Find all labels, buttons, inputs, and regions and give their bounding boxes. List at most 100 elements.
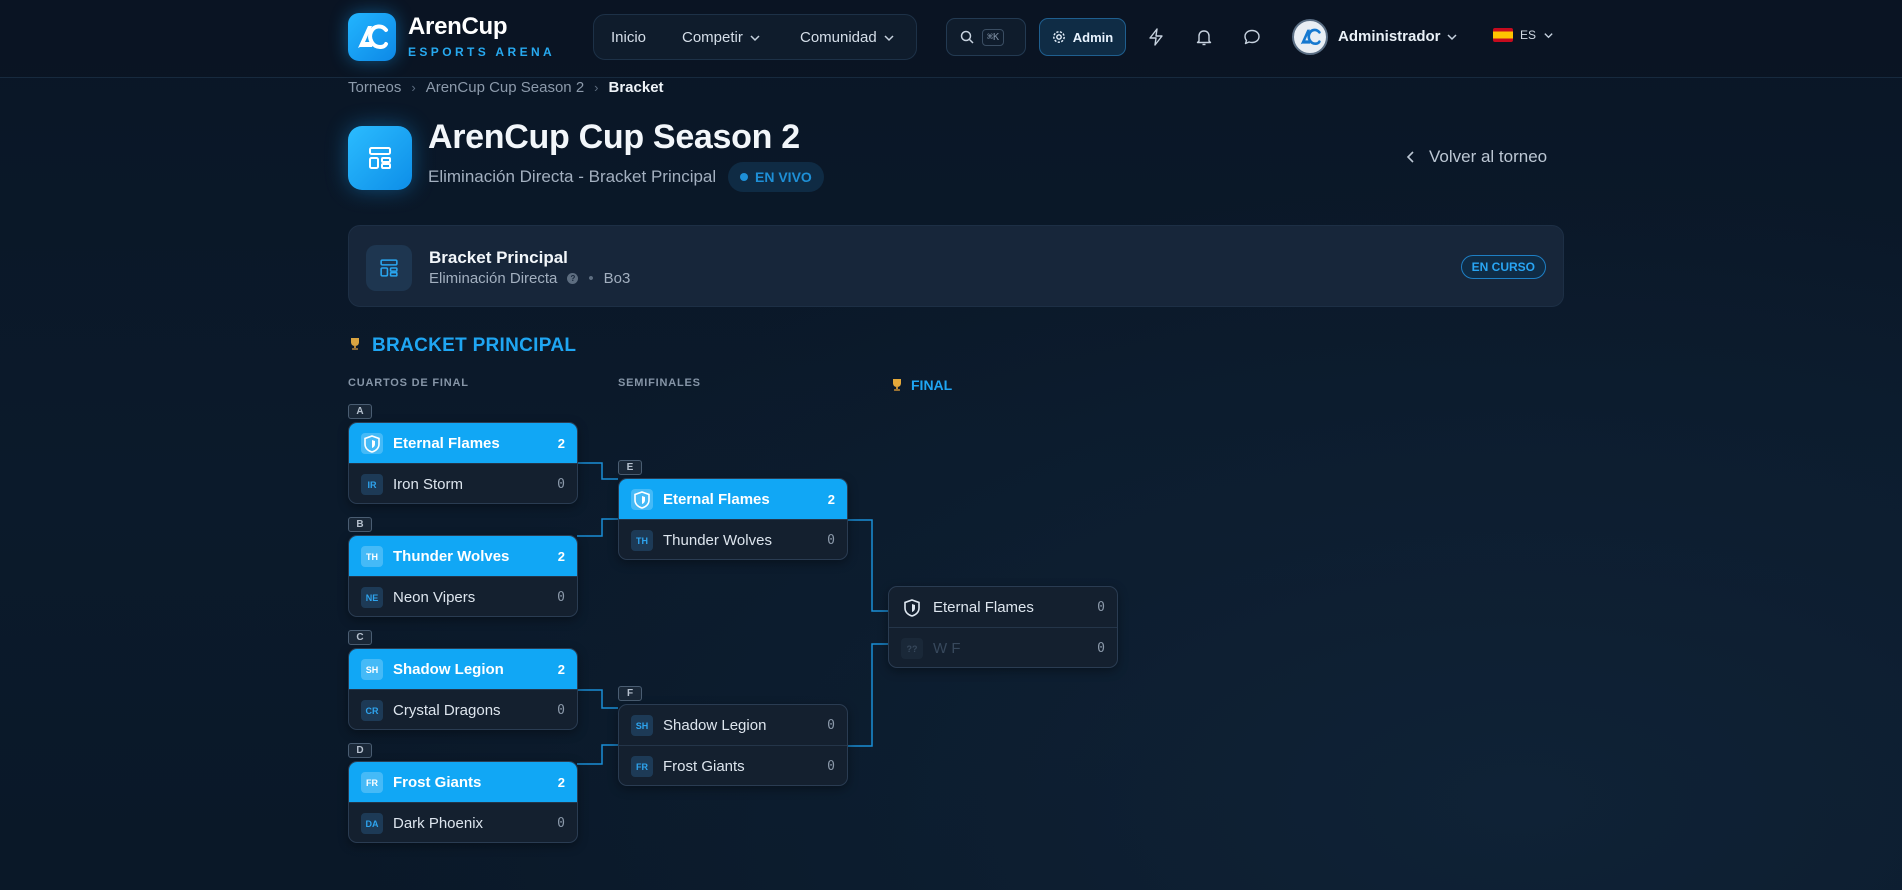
team-score: 0 <box>1097 641 1105 656</box>
brand-tagline: ESPORTS ARENA <box>408 45 556 59</box>
chevron-right-icon: › <box>594 80 599 95</box>
page-subtitle: Eliminación Directa - Bracket Principal <box>428 167 717 186</box>
team-name: Crystal Dragons <box>393 702 501 719</box>
team-row[interactable]: NE Neon Vipers 0 <box>349 577 577 616</box>
team-name: Shadow Legion <box>663 717 767 734</box>
back-to-tournament-link[interactable]: Volver al torneo <box>1406 147 1547 167</box>
trophy-icon <box>348 335 362 357</box>
breadcrumb-item-current: Bracket <box>608 79 664 96</box>
match-f[interactable]: SH Shadow Legion 0 FR Frost Giants 0 <box>618 704 848 786</box>
avatar[interactable] <box>1292 19 1328 55</box>
match-label: B <box>348 517 372 532</box>
trophy-icon <box>893 379 901 391</box>
team-score: 2 <box>827 492 835 507</box>
top-navigation: ArenCup ESPORTS ARENA Inicio Competir Co… <box>0 0 1902 78</box>
match-a[interactable]: Eternal Flames 2 IR Iron Storm 0 <box>348 422 578 504</box>
team-score: 0 <box>827 533 835 548</box>
help-icon[interactable]: ? <box>567 273 579 284</box>
match-c[interactable]: SH Shadow Legion 2 CR Crystal Dragons 0 <box>348 648 578 730</box>
search-button[interactable]: ⌘K <box>946 18 1026 56</box>
team-row[interactable]: IR Iron Storm 0 <box>349 464 577 503</box>
nav-item-competir[interactable]: Competir <box>682 29 761 46</box>
bracket-icon <box>348 126 412 190</box>
status-badge: EN CURSO <box>1460 255 1546 279</box>
page-title: ArenCup Cup Season 2 <box>428 118 800 156</box>
chevron-right-icon: › <box>411 80 416 95</box>
shield-icon <box>631 489 653 510</box>
match-label: F <box>618 686 642 701</box>
user-name[interactable]: Administrador <box>1338 28 1441 45</box>
team-row[interactable]: CR Crystal Dragons 0 <box>349 690 577 729</box>
search-shortcut: ⌘K <box>982 28 1005 46</box>
team-name: Frost Giants <box>393 774 482 791</box>
match-label: E <box>618 460 642 475</box>
round-label-quarterfinals: CUARTOS DE FINAL <box>348 377 469 389</box>
bracket-series: Bo3 <box>603 270 631 287</box>
bracket-icon <box>366 245 412 291</box>
team-logo: TH <box>361 546 383 567</box>
match-e[interactable]: Eternal Flames 2 TH Thunder Wolves 0 <box>618 478 848 560</box>
team-row[interactable]: Eternal Flames 0 <box>889 587 1117 628</box>
nav-item-inicio[interactable]: Inicio <box>611 29 646 46</box>
match-final[interactable]: Eternal Flames 0 ?? W F 0 <box>888 586 1118 668</box>
team-row[interactable]: SH Shadow Legion 0 <box>619 705 847 746</box>
language-code: ES <box>1520 28 1537 42</box>
chat-icon[interactable] <box>1240 25 1264 49</box>
team-name: Eternal Flames <box>933 599 1034 616</box>
team-score: 2 <box>557 549 565 564</box>
team-score: 0 <box>1097 600 1105 615</box>
section-title-label: BRACKET PRINCIPAL <box>372 335 577 356</box>
chevron-left-icon <box>1406 151 1414 163</box>
team-row[interactable]: FR Frost Giants 0 <box>619 746 847 785</box>
admin-label: Admin <box>1072 29 1114 45</box>
match-b[interactable]: TH Thunder Wolves 2 NE Neon Vipers 0 <box>348 535 578 617</box>
team-score: 0 <box>827 759 835 774</box>
team-name: Frost Giants <box>663 758 745 775</box>
match-label: D <box>348 743 372 758</box>
lightning-icon[interactable] <box>1144 25 1168 49</box>
live-dot-icon <box>740 173 748 181</box>
live-badge: EN VIVO <box>728 162 824 192</box>
team-name: Eternal Flames <box>393 435 500 452</box>
team-logo: ?? <box>901 638 923 659</box>
team-score: 0 <box>557 477 565 492</box>
team-row[interactable]: ?? W F 0 <box>889 628 1117 667</box>
team-row[interactable]: DA Dark Phoenix 0 <box>349 803 577 842</box>
separator-dot: • <box>588 270 594 287</box>
team-name: Thunder Wolves <box>393 548 510 565</box>
arencup-logo-icon[interactable] <box>348 13 396 61</box>
bracket-card[interactable]: Bracket Principal Eliminación Directa ? … <box>348 225 1564 307</box>
live-badge-label: EN VIVO <box>755 169 812 185</box>
language-selector[interactable]: ES <box>1493 28 1554 42</box>
team-name: W F <box>933 640 961 657</box>
final-label: FINAL <box>911 377 953 393</box>
main-navigation: Inicio Competir Comunidad <box>593 14 917 60</box>
nav-item-comunidad[interactable]: Comunidad <box>800 29 895 46</box>
team-name: Eternal Flames <box>663 491 770 508</box>
team-row[interactable]: FR Frost Giants 2 <box>349 762 577 803</box>
brand-name[interactable]: ArenCup <box>408 13 508 41</box>
shield-icon <box>361 433 383 454</box>
nav-item-label: Comunidad <box>800 29 877 46</box>
team-logo: FR <box>631 756 653 777</box>
team-score: 2 <box>557 436 565 451</box>
match-d[interactable]: FR Frost Giants 2 DA Dark Phoenix 0 <box>348 761 578 843</box>
team-name: Thunder Wolves <box>663 532 772 549</box>
team-logo: FR <box>361 772 383 793</box>
bell-icon[interactable] <box>1192 25 1216 49</box>
chevron-down-icon[interactable] <box>1446 31 1458 43</box>
bracket-connectors <box>577 462 888 765</box>
team-row[interactable]: TH Thunder Wolves 2 <box>349 536 577 577</box>
breadcrumb-item-torneos[interactable]: Torneos <box>348 79 401 96</box>
team-row[interactable]: Eternal Flames 2 <box>349 423 577 464</box>
team-logo: TH <box>631 530 653 551</box>
team-row[interactable]: TH Thunder Wolves 0 <box>619 520 847 559</box>
breadcrumb-item-tournament[interactable]: ArenCup Cup Season 2 <box>426 79 584 96</box>
team-name: Shadow Legion <box>393 661 504 678</box>
team-row[interactable]: Eternal Flames 2 <box>619 479 847 520</box>
team-row[interactable]: SH Shadow Legion 2 <box>349 649 577 690</box>
chevron-down-icon <box>884 34 894 41</box>
back-link-label: Volver al torneo <box>1429 147 1548 166</box>
admin-button[interactable]: Admin <box>1039 18 1126 56</box>
team-score: 0 <box>557 590 565 605</box>
